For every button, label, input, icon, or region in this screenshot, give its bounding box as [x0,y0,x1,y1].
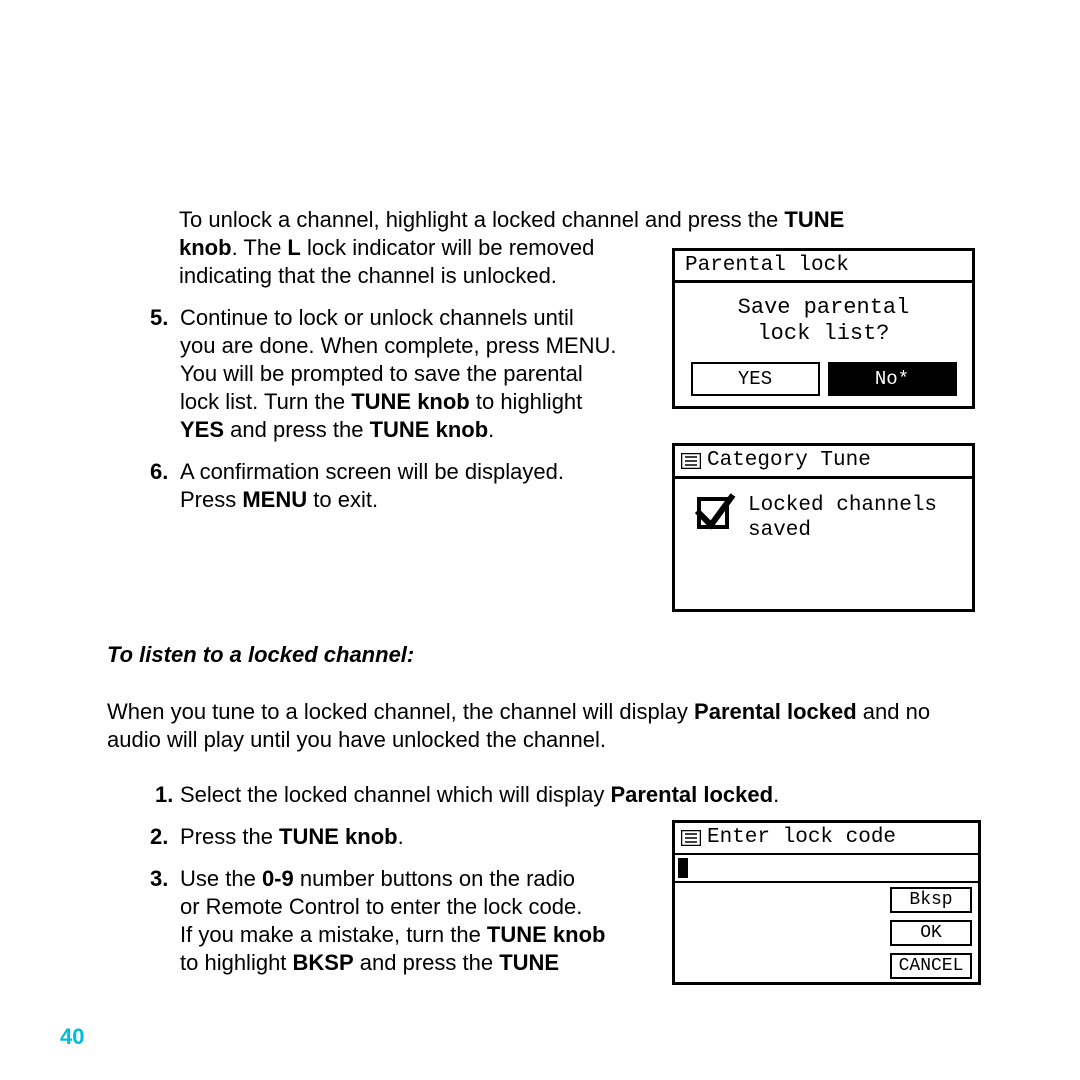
text: Locked channels [748,494,937,517]
lock-code-input[interactable] [675,855,978,883]
text: Enter lock code [707,826,896,849]
text: BKSP [293,950,354,975]
s2-text: Press the TUNE knob. [180,823,650,851]
text-cursor [678,858,688,878]
step6-l2: Press MENU to exit. [180,486,650,514]
panel-title: Enter lock code [675,823,978,855]
step6-num: 6. [150,458,168,486]
text: L [287,235,300,260]
text: Use the [180,866,262,891]
text: TUNE knob [370,417,489,442]
enter-lock-code-panel: Enter lock code Bksp OK CANCEL [672,820,981,985]
yes-button[interactable]: YES [691,362,820,396]
section-heading: To listen to a locked channel: [107,641,414,669]
text: to highlight [180,950,293,975]
text: and press the [354,950,500,975]
text: and press the [224,417,370,442]
section2-p1: When you tune to a locked channel, the c… [107,698,1007,726]
text: Parental locked [610,782,773,807]
text: Category Tune [707,449,871,472]
s1-text: Select the locked channel which will dis… [180,781,970,809]
text: MENU [242,487,307,512]
button-row: CANCEL [675,949,978,982]
step6-l1: A confirmation screen will be displayed. [180,458,650,486]
text: . The [232,235,288,260]
button-row: OK [675,916,978,949]
step5-num: 5. [150,304,168,332]
intro-line3: indicating that the channel is unlocked. [179,262,659,290]
text: TUNE knob [487,922,606,947]
text: Press [180,487,242,512]
text: lock list? [757,321,889,346]
list-icon [681,453,701,469]
s3-num: 3. [150,865,168,893]
confirmation-text: Locked channels saved [748,493,937,543]
text: number buttons on the radio [294,866,575,891]
s2-num: 2. [150,823,168,851]
s3-l3: If you make a mistake, turn the TUNE kno… [180,921,650,949]
text: TUNE knob [351,389,470,414]
text: saved [748,519,811,542]
text: TUNE [784,207,844,232]
text: . [773,782,779,807]
parental-lock-panel: Parental lock Save parental lock list? Y… [672,248,975,409]
step5-l5: YES and press the TUNE knob. [180,416,650,444]
text: 0-9 [262,866,294,891]
bksp-button[interactable]: Bksp [890,887,972,913]
text: Select the locked channel which will dis… [180,782,610,807]
step5-l1: Continue to lock or unlock channels unti… [180,304,650,332]
no-button[interactable]: No* [828,362,957,396]
cancel-button[interactable]: CANCEL [890,953,972,979]
text: lock indicator will be removed [301,235,594,260]
s3-l1: Use the 0-9 number buttons on the radio [180,865,650,893]
step5-l2: you are done. When complete, press MENU. [180,332,650,360]
text: to exit. [307,487,378,512]
text: TUNE knob [279,824,398,849]
text: If you make a mistake, turn the [180,922,487,947]
panel-body: Save parental lock list? YES No* [672,283,975,409]
list-icon [681,830,701,846]
intro-line1: To unlock a channel, highlight a locked … [179,206,974,234]
button-row: YES No* [681,362,966,396]
s3-l4: to highlight BKSP and press the TUNE [180,949,650,977]
text: lock list. Turn the [180,389,351,414]
panel-body: Locked channels saved [672,479,975,612]
manual-page: To unlock a channel, highlight a locked … [0,0,1080,1080]
text: . [488,417,494,442]
button-row: Bksp [675,883,978,916]
text: Save parental [738,295,910,320]
page-number: 40 [60,1024,84,1050]
step5-l4: lock list. Turn the TUNE knob to highlig… [180,388,650,416]
s1-num: 1. [155,781,173,809]
text: Parental locked [694,699,857,724]
intro-line2: knob. The L lock indicator will be remov… [179,234,659,262]
text: To unlock a channel, highlight a locked … [179,207,784,232]
text: . [398,824,404,849]
text: Press the [180,824,279,849]
category-tune-panel: Category Tune Locked channels saved [672,443,975,612]
checkmark-icon [693,491,737,535]
panel-question: Save parental lock list? [681,295,966,348]
text: When you tune to a locked channel, the c… [107,699,694,724]
text: TUNE [499,950,559,975]
panel-title: Category Tune [672,443,975,479]
text: indicating that the channel is unlocked. [179,263,557,288]
text: and no [857,699,930,724]
panel-title: Parental lock [672,248,975,283]
step5-l3: You will be prompted to save the parenta… [180,360,650,388]
text: to highlight [470,389,583,414]
section2-p2: audio will play until you have unlocked … [107,726,1007,754]
text: knob [179,235,232,260]
text: YES [180,417,224,442]
s3-l2: or Remote Control to enter the lock code… [180,893,650,921]
ok-button[interactable]: OK [890,920,972,946]
